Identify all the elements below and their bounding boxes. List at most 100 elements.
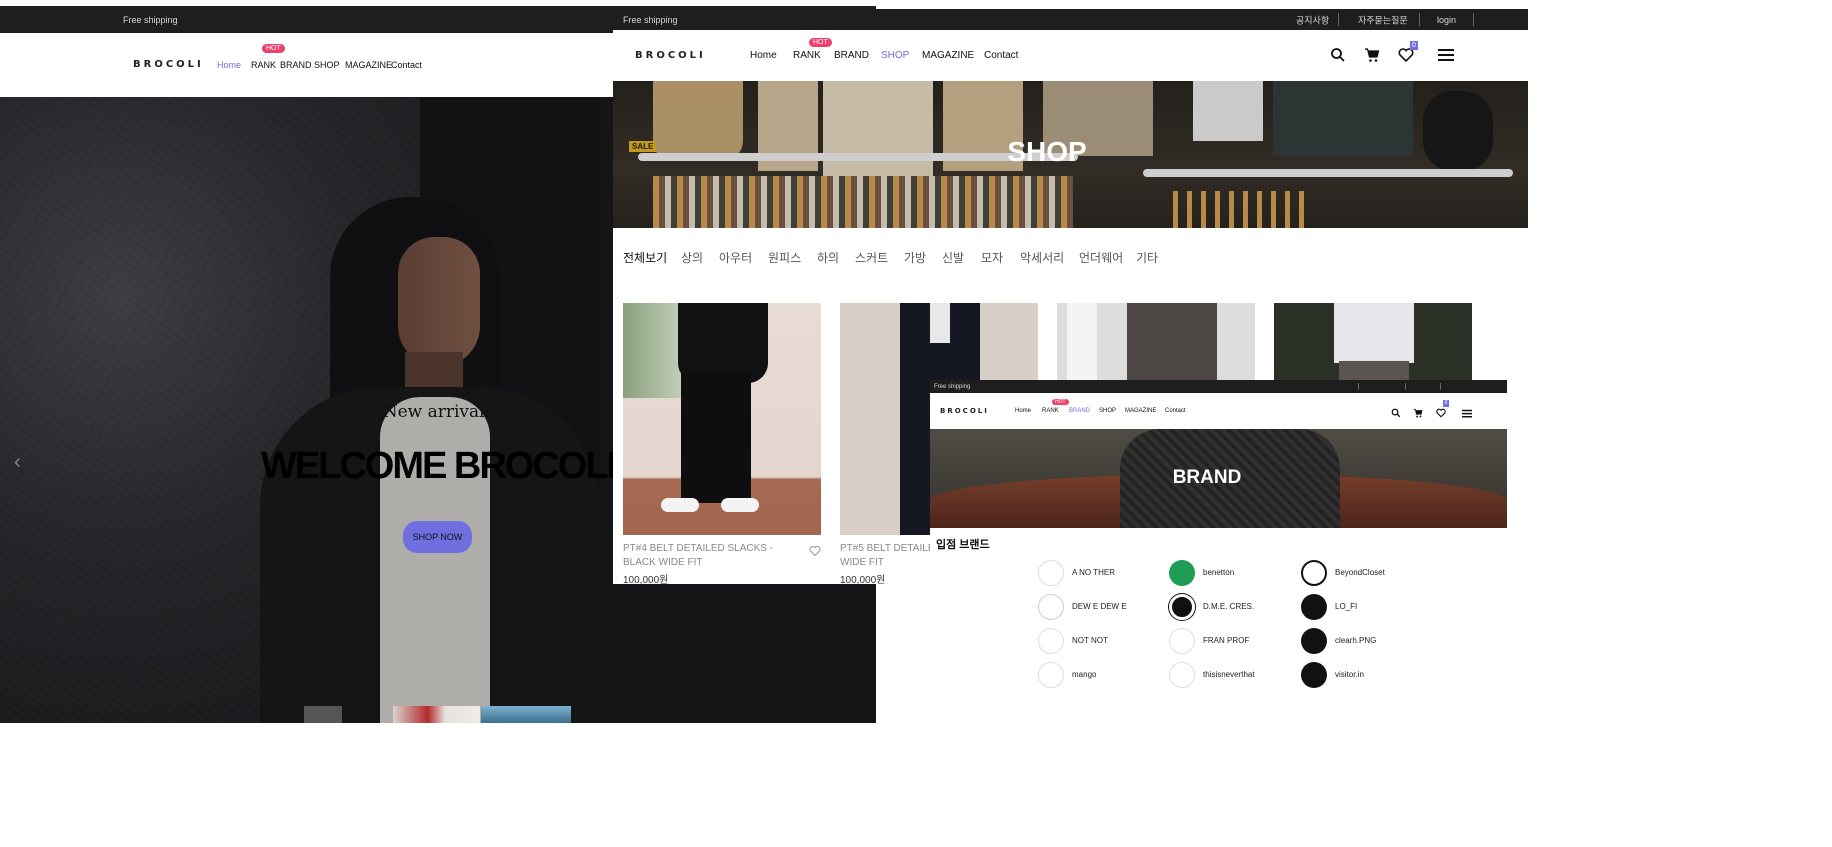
nav-brand[interactable]: BRAND bbox=[280, 60, 312, 70]
menu-button[interactable] bbox=[1462, 405, 1472, 418]
menu-icon bbox=[1438, 49, 1454, 61]
nav-shop[interactable]: SHOP bbox=[881, 50, 909, 61]
brand-banner: BRAND bbox=[930, 429, 1507, 528]
logo[interactable]: BROCOLI bbox=[635, 50, 706, 61]
nav-shop[interactable]: SHOP bbox=[1099, 408, 1116, 414]
faq-link[interactable]: 자주묻는질문 bbox=[1358, 13, 1408, 26]
nav-contact[interactable]: Contact bbox=[391, 60, 422, 70]
model-legs bbox=[681, 373, 751, 503]
search-icon bbox=[1391, 408, 1401, 418]
category-accessory[interactable]: 악세서리 bbox=[1020, 249, 1064, 266]
category-skirt[interactable]: 스커트 bbox=[855, 249, 888, 266]
category-bottom[interactable]: 하의 bbox=[817, 249, 839, 266]
divider bbox=[1440, 383, 1441, 390]
search-button[interactable] bbox=[1391, 405, 1401, 418]
hot-badge: HOT bbox=[809, 38, 832, 47]
brand-grid: A NO THER benetton BeyondCloset DEW E DE… bbox=[930, 560, 1507, 720]
category-onepiece[interactable]: 원피스 bbox=[768, 249, 801, 266]
brand-logo bbox=[1301, 662, 1327, 688]
banner-title: SHOP bbox=[1007, 136, 1087, 167]
brand-logo bbox=[1169, 628, 1195, 654]
brand-header: BROCOLI Home RANK HOT BRAND SHOP MAGAZIN… bbox=[930, 393, 1507, 429]
product-image[interactable] bbox=[623, 303, 821, 535]
nav-brand[interactable]: BRAND bbox=[1069, 408, 1090, 414]
search-button[interactable] bbox=[1330, 47, 1346, 63]
category-etc[interactable]: 기타 bbox=[1136, 249, 1158, 266]
thumb-1[interactable] bbox=[304, 706, 342, 723]
free-shipping-text: Free shipping bbox=[123, 14, 178, 25]
free-shipping-text: Free shipping bbox=[623, 14, 678, 25]
notice-link[interactable]: 공지사항 bbox=[1296, 13, 1329, 26]
category-bag[interactable]: 가방 bbox=[904, 249, 926, 266]
cart-button[interactable] bbox=[1364, 47, 1380, 63]
model-shirt bbox=[1334, 303, 1414, 363]
shop-topbar: Free shipping 공지사항 자주묻는질문 login bbox=[613, 9, 1528, 30]
cart-button[interactable] bbox=[1413, 405, 1423, 418]
nav-magazine[interactable]: MAGAZINE bbox=[1125, 408, 1156, 414]
nav-rank[interactable]: RANK bbox=[793, 50, 821, 61]
brand-name: LO_FI bbox=[1335, 602, 1358, 611]
logo[interactable]: BROCOLI bbox=[940, 407, 989, 415]
thumb-2[interactable] bbox=[393, 706, 480, 723]
category-all[interactable]: 전체보기 bbox=[623, 249, 667, 266]
cart-icon bbox=[1365, 48, 1380, 62]
category-outer[interactable]: 아우터 bbox=[719, 249, 752, 266]
brand-logo bbox=[1301, 594, 1327, 620]
free-shipping-text: Free shipping bbox=[934, 383, 971, 390]
logo[interactable]: BROCOLI bbox=[133, 59, 204, 70]
hot-badge: HOT bbox=[262, 44, 285, 53]
category-underwear[interactable]: 언더웨어 bbox=[1079, 249, 1123, 266]
product-price: 100,000원 bbox=[840, 575, 886, 584]
brand-window: Free shipping BROCOLI Home RANK HOT BRAN… bbox=[930, 380, 1507, 723]
brand-name: A NO THER bbox=[1072, 568, 1115, 577]
brand-logo bbox=[1301, 628, 1327, 654]
shoe-left bbox=[661, 498, 699, 512]
nav-contact[interactable]: Contact bbox=[984, 50, 1018, 61]
search-icon bbox=[1331, 48, 1345, 62]
brand-name: D.M.E. CRES. bbox=[1203, 602, 1255, 611]
thumb-3[interactable] bbox=[481, 706, 571, 723]
nav-magazine[interactable]: MAGAZINE bbox=[922, 50, 974, 61]
shop-now-button[interactable]: SHOP NOW bbox=[403, 521, 472, 553]
nav-rank[interactable]: RANK bbox=[1042, 408, 1059, 414]
thumb-strip bbox=[304, 706, 571, 723]
nav-home[interactable]: Home bbox=[1015, 408, 1031, 414]
heart-icon bbox=[809, 545, 821, 557]
login-link[interactable]: login bbox=[1437, 15, 1456, 25]
category-top[interactable]: 상의 bbox=[681, 249, 703, 266]
product-card[interactable]: PT#4 BELT DETAILED SLACKS - BLACK WIDE F… bbox=[623, 303, 821, 584]
nav-contact[interactable]: Contact bbox=[1165, 408, 1186, 414]
nav-brand[interactable]: BRAND bbox=[834, 50, 869, 61]
category-shoes[interactable]: 신발 bbox=[942, 249, 964, 266]
divider bbox=[1419, 13, 1420, 26]
brand-logo bbox=[1301, 560, 1327, 586]
nav-shop[interactable]: SHOP bbox=[314, 60, 340, 70]
brand-logo bbox=[1169, 662, 1195, 688]
wishlist-button[interactable]: 0 bbox=[1436, 400, 1449, 418]
model-torso bbox=[678, 303, 768, 383]
nav-home[interactable]: Home bbox=[217, 60, 241, 70]
brand-logo bbox=[1038, 594, 1064, 620]
model-shirt bbox=[930, 303, 950, 343]
brand-logo bbox=[1038, 662, 1064, 688]
divider bbox=[1405, 383, 1406, 390]
menu-icon bbox=[1462, 409, 1472, 418]
wishlist-toggle[interactable] bbox=[809, 544, 821, 557]
wish-count-badge: 0 bbox=[1410, 41, 1418, 50]
divider bbox=[1358, 383, 1359, 390]
brand-name: benetton bbox=[1203, 568, 1235, 577]
product-title[interactable]: PT#4 BELT DETAILED SLACKS - BLACK WIDE F… bbox=[623, 542, 803, 570]
brand-name: visitor.in bbox=[1335, 670, 1364, 679]
category-tabs: 전체보기 상의 아우터 원피스 하의 스커트 가방 신발 모자 악세서리 언더웨… bbox=[613, 249, 1528, 265]
nav-magazine[interactable]: MAGAZINE bbox=[345, 60, 392, 70]
brand-logo bbox=[1169, 560, 1195, 586]
divider bbox=[1473, 13, 1474, 26]
brand-name: DEW E DEW E bbox=[1072, 602, 1127, 611]
nav-rank[interactable]: RANK bbox=[251, 60, 276, 70]
wishlist-button[interactable]: 0 bbox=[1398, 41, 1418, 63]
banner-title: BRAND bbox=[1172, 467, 1242, 488]
nav-home[interactable]: Home bbox=[750, 50, 777, 61]
heart-icon bbox=[1436, 408, 1446, 418]
category-hat[interactable]: 모자 bbox=[981, 249, 1003, 266]
menu-button[interactable] bbox=[1438, 48, 1454, 62]
